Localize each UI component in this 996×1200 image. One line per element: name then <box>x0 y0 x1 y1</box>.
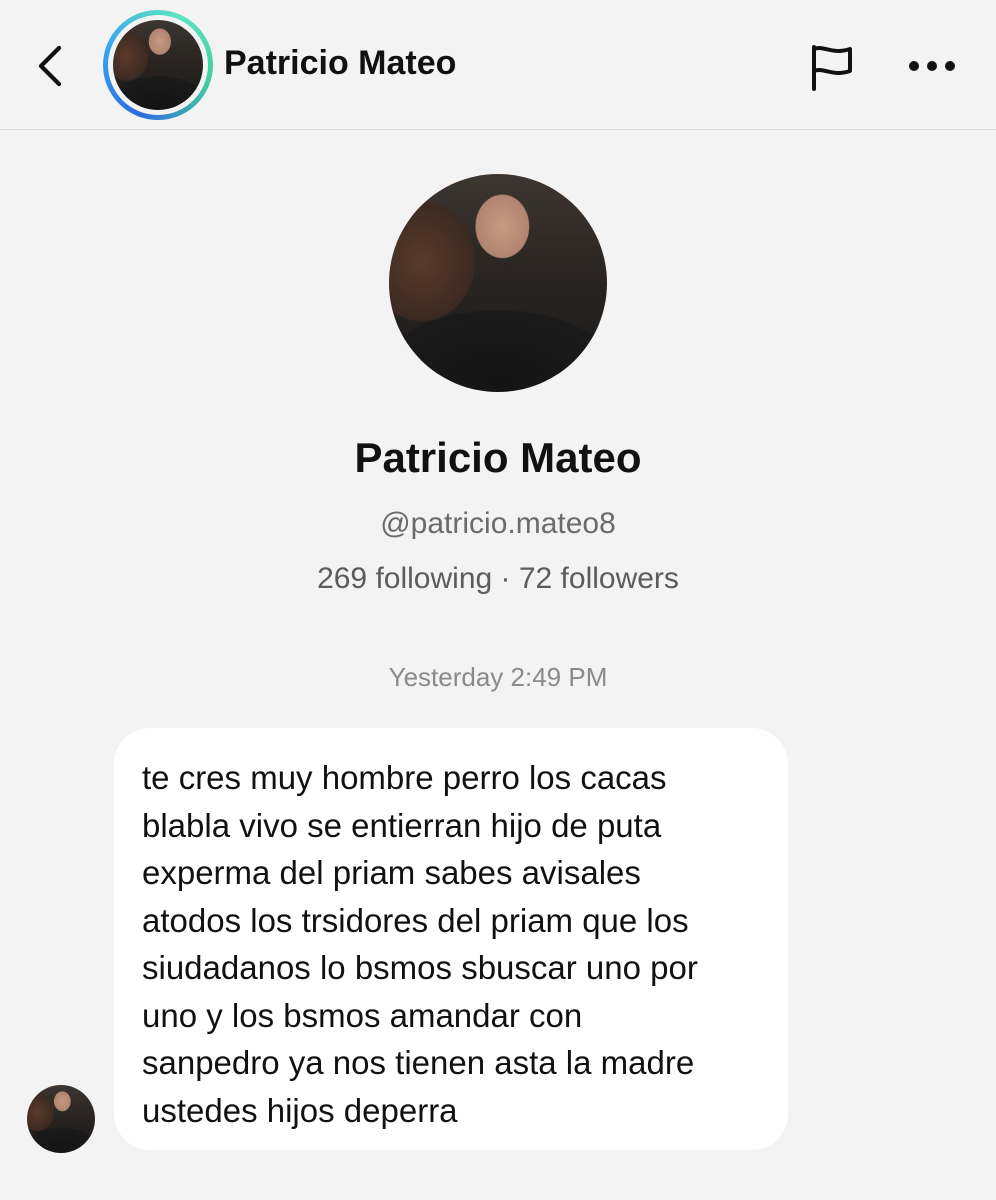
ellipsis-horizontal-icon <box>909 61 955 71</box>
message-line: atodos los trsidores del priam que los <box>142 901 689 939</box>
message-line: uno y los bsmos amandar con <box>142 996 583 1034</box>
message-timestamp: Yesterday 2:49 PM <box>388 662 608 692</box>
profile-name: Patricio Mateo <box>354 434 642 481</box>
header-avatar-story-ring[interactable] <box>103 10 213 120</box>
message-line: blabla vivo se entierran hijo de puta <box>142 806 662 844</box>
profile-handle: @patricio.mateo8 <box>380 507 616 540</box>
header-username[interactable]: Patricio Mateo <box>224 44 456 83</box>
chevron-left-icon <box>38 45 62 87</box>
message-line: te cres muy hombre perro los cacas <box>142 759 667 796</box>
profile-follow-stats: 269 following · 72 followers <box>317 562 679 595</box>
sender-avatar[interactable] <box>27 1085 95 1153</box>
back-button[interactable] <box>28 40 72 92</box>
report-flag-button[interactable] <box>806 42 858 94</box>
message-bubble[interactable]: te cres muy hombre perro los cacas blabl… <box>114 728 788 1150</box>
message-line: siudadanos lo bsmos sbuscar uno por <box>142 949 698 986</box>
profile-avatar[interactable] <box>389 174 607 392</box>
chat-header: Patricio Mateo <box>0 0 996 130</box>
header-avatar <box>113 20 203 110</box>
more-options-button[interactable] <box>904 44 960 88</box>
message-line: sanpedro ya nos tienen asta la madre <box>142 1044 695 1081</box>
message-line: ustedes hijos deperra <box>142 1091 458 1129</box>
flag-icon <box>812 45 852 91</box>
message-line: experma del priam sabes avisales <box>142 854 641 891</box>
